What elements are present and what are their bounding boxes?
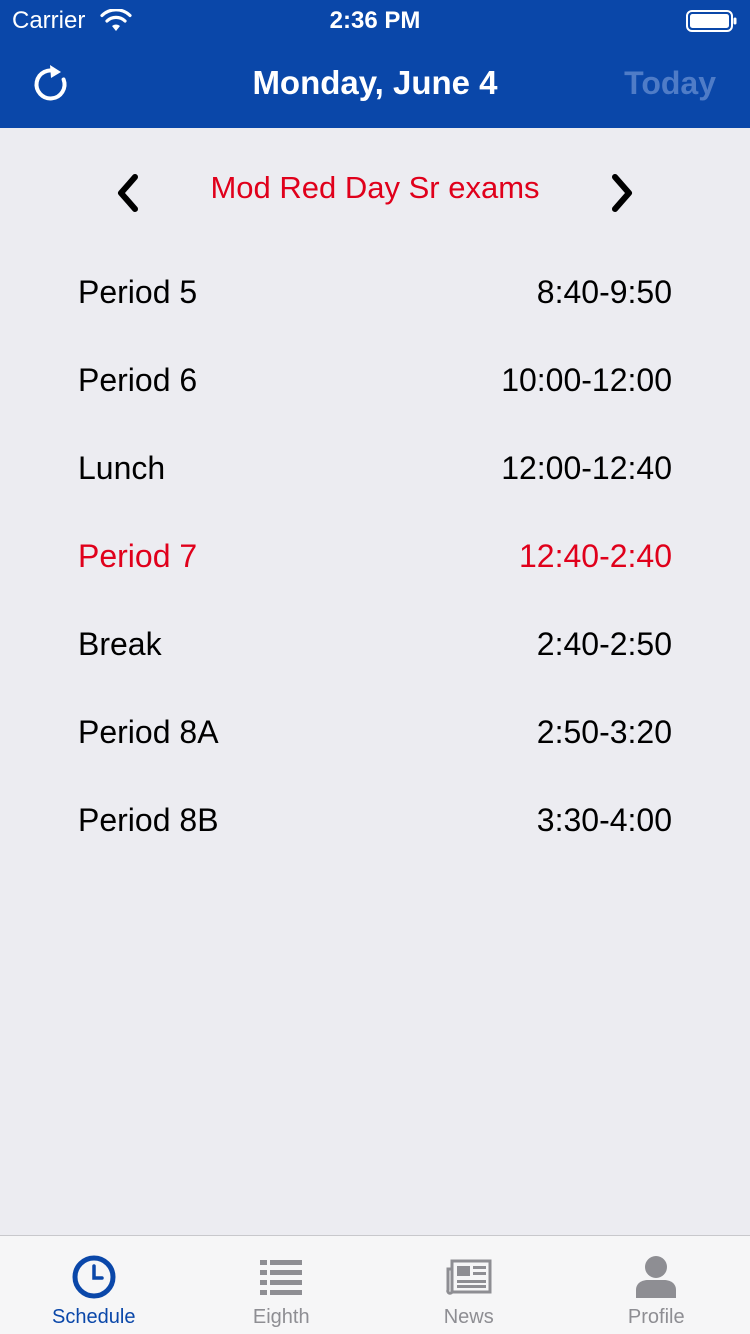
schedule-row-current: Period 7 12:40-2:40 — [78, 512, 672, 600]
status-bar: Carrier 2:36 PM — [0, 0, 750, 40]
period-time: 10:00-12:00 — [501, 361, 672, 398]
tab-eighth[interactable]: Eighth — [188, 1236, 376, 1334]
nav-bar: Monday, June 4 Today — [0, 40, 750, 128]
status-time: 2:36 PM — [329, 7, 421, 34]
tab-news[interactable]: News — [375, 1236, 563, 1334]
person-icon — [632, 1253, 680, 1301]
schedule-row: Period 5 8:40-9:50 — [78, 248, 672, 336]
tab-label: Profile — [627, 1306, 685, 1328]
newspaper-icon — [445, 1253, 493, 1301]
battery-icon — [686, 10, 737, 32]
tab-label: Eighth — [252, 1306, 310, 1328]
period-name: Period 8B — [78, 801, 219, 838]
period-name: Period 6 — [78, 361, 198, 398]
period-name: Period 5 — [78, 273, 198, 310]
schedule-row: Break 2:40-2:50 — [78, 600, 672, 688]
period-name: Period 8A — [78, 713, 219, 750]
schedule-list: Period 5 8:40-9:50 Period 6 10:00-12:00 … — [78, 248, 672, 864]
tab-bar: Schedule Eighth News Profile — [0, 1235, 750, 1334]
next-day-button[interactable] — [600, 170, 644, 216]
period-time: 3:30-4:00 — [536, 801, 672, 838]
tab-schedule[interactable]: Schedule — [0, 1236, 188, 1334]
schedule-row: Lunch 12:00-12:40 — [78, 424, 672, 512]
schedule-row: Period 6 10:00-12:00 — [78, 336, 672, 424]
schedule-row: Period 8B 3:30-4:00 — [78, 776, 672, 864]
tab-label: Schedule — [52, 1306, 136, 1328]
today-button[interactable]: Today — [624, 65, 716, 102]
period-time: 12:00-12:40 — [501, 449, 672, 486]
list-icon — [257, 1253, 305, 1301]
clock-icon — [70, 1253, 118, 1301]
period-time: 2:50-3:20 — [536, 713, 672, 750]
day-selector: Mod Red Day Sr exams — [0, 160, 750, 226]
period-name: Lunch — [78, 449, 166, 486]
period-time: 8:40-9:50 — [536, 273, 672, 310]
period-time: 12:40-2:40 — [518, 537, 672, 574]
tab-label: News — [443, 1306, 494, 1328]
period-name: Period 7 — [78, 537, 198, 574]
schedule-row: Period 8A 2:50-3:20 — [78, 688, 672, 776]
chevron-right-icon — [612, 174, 632, 212]
period-name: Break — [78, 625, 162, 662]
period-time: 2:40-2:50 — [536, 625, 672, 662]
tab-profile[interactable]: Profile — [563, 1236, 750, 1334]
header: Carrier 2:36 PM Monday, June 4 Today — [0, 0, 750, 128]
